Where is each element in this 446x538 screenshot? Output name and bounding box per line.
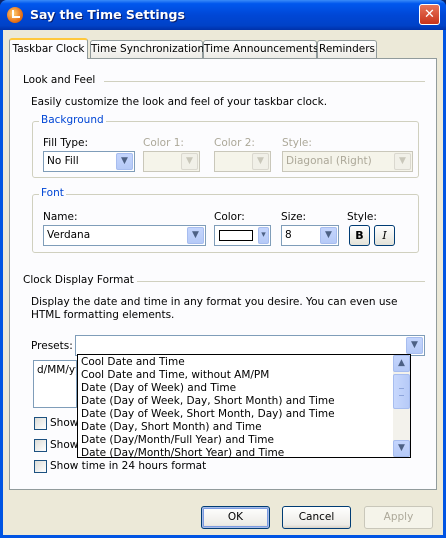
font-color-select[interactable]: ▾ [214,225,271,246]
color2-label: Color 2: [214,137,255,149]
format-value: d/MM/yy [37,364,77,376]
cancel-button[interactable]: Cancel [282,506,351,529]
ok-button[interactable]: OK [201,506,270,529]
font-size-label: Size: [281,211,307,223]
font-name-value: Verdana [47,229,91,241]
clock-app-icon [7,7,23,23]
list-item[interactable]: Date (Day, Short Month) and Time [81,421,262,434]
font-group: Font Name: Verdana ▼ Color: ▾ Size: 8 ▼ … [32,187,419,253]
chevron-down-icon: ▼ [320,227,337,244]
section-divider [104,81,425,82]
apply-button[interactable]: Apply [364,506,433,529]
fill-type-label: Fill Type: [43,137,89,149]
scroll-down-icon[interactable]: ▼ [393,440,410,457]
list-item[interactable]: Date (Day/Month/Short Year) and Time [81,447,284,457]
fill-type-value: No Fill [47,155,79,167]
chevron-down-icon: ▼ [252,153,269,170]
list-item[interactable]: Date (Day of Week, Day, Short Month) and… [81,395,335,408]
presets-select[interactable]: ▼ [75,335,425,356]
list-item[interactable]: Cool Date and Time [81,356,185,369]
font-group-label: Font [39,187,66,199]
font-color-swatch [219,230,253,241]
font-style-label: Style: [347,211,377,223]
background-group-label: Background [39,114,106,126]
checkbox-2[interactable] [34,439,47,452]
bold-toggle-button[interactable]: B [349,225,370,246]
scroll-up-icon[interactable]: ▲ [393,355,410,372]
fill-type-select[interactable]: No Fill ▼ [43,151,135,172]
tab-time-announcements[interactable]: Time Announcements [203,40,318,58]
bg-style-value: Diagonal (Right) [286,155,372,167]
clock-display-description: Display the date and time in any format … [31,296,398,321]
list-item[interactable]: Date (Day/Month/Full Year) and Time [81,434,274,447]
checkbox-1[interactable] [34,417,47,430]
font-name-select[interactable]: Verdana ▼ [43,225,206,246]
color1-label: Color 1: [143,137,184,149]
clock-display-heading: Clock Display Format [23,274,134,286]
scroll-thumb[interactable] [393,374,410,409]
list-item[interactable]: Date (Day of Week) and Time [81,382,236,395]
bg-style-select[interactable]: Diagonal (Right) ▼ [282,151,413,172]
italic-toggle-button[interactable]: I [374,225,395,246]
chevron-down-icon: ▼ [406,337,423,354]
checkbox-2-label: Show [50,439,79,451]
list-item[interactable]: Cool Date and Time, without AM/PM [81,369,269,382]
background-group: Background Fill Type: No Fill ▼ Color 1:… [32,114,419,178]
format-textarea[interactable]: d/MM/yy [33,360,77,408]
chevron-down-icon: ▼ [181,153,198,170]
bg-style-label: Style: [282,137,312,149]
checkbox-1-label: Show [50,417,79,429]
tab-time-synchronization[interactable]: Time Synchronization [90,40,204,58]
dialog-client: Taskbar Clock Time Synchronization Time … [3,30,443,535]
tab-taskbar-clock[interactable]: Taskbar Clock [9,38,88,59]
show-24h-label: Show time in 24 hours format [50,460,207,472]
color1-select[interactable]: ▼ [143,151,200,172]
show-24h-checkbox[interactable] [34,460,47,473]
chevron-down-icon: ▾ [258,227,269,244]
close-button[interactable]: ✕ [419,4,440,25]
settings-window: Say the Time Settings ✕ Taskbar Clock Ti… [0,0,446,538]
presets-dropdown-list[interactable]: Cool Date and Time Cool Date and Time, w… [77,354,411,458]
look-and-feel-description: Easily customize the look and feel of yo… [31,96,328,108]
title-bar[interactable]: Say the Time Settings ✕ [0,0,446,30]
section-divider [137,281,425,282]
chevron-down-icon: ▼ [116,153,133,170]
chevron-down-icon: ▼ [394,153,411,170]
font-color-label: Color: [214,211,245,223]
font-name-label: Name: [43,211,78,223]
presets-label: Presets: [31,340,73,352]
font-size-select[interactable]: 8 ▼ [281,225,339,246]
window-title: Say the Time Settings [30,7,185,22]
list-scrollbar[interactable]: ▲ ▼ [393,355,410,457]
look-and-feel-heading: Look and Feel [23,74,96,86]
list-item[interactable]: Date (Day of Week, Short Month, Day) and… [81,408,335,421]
tab-reminders[interactable]: Reminders [317,40,377,58]
chevron-down-icon: ▼ [187,227,204,244]
font-size-value: 8 [285,229,292,241]
color2-select[interactable]: ▼ [214,151,271,172]
